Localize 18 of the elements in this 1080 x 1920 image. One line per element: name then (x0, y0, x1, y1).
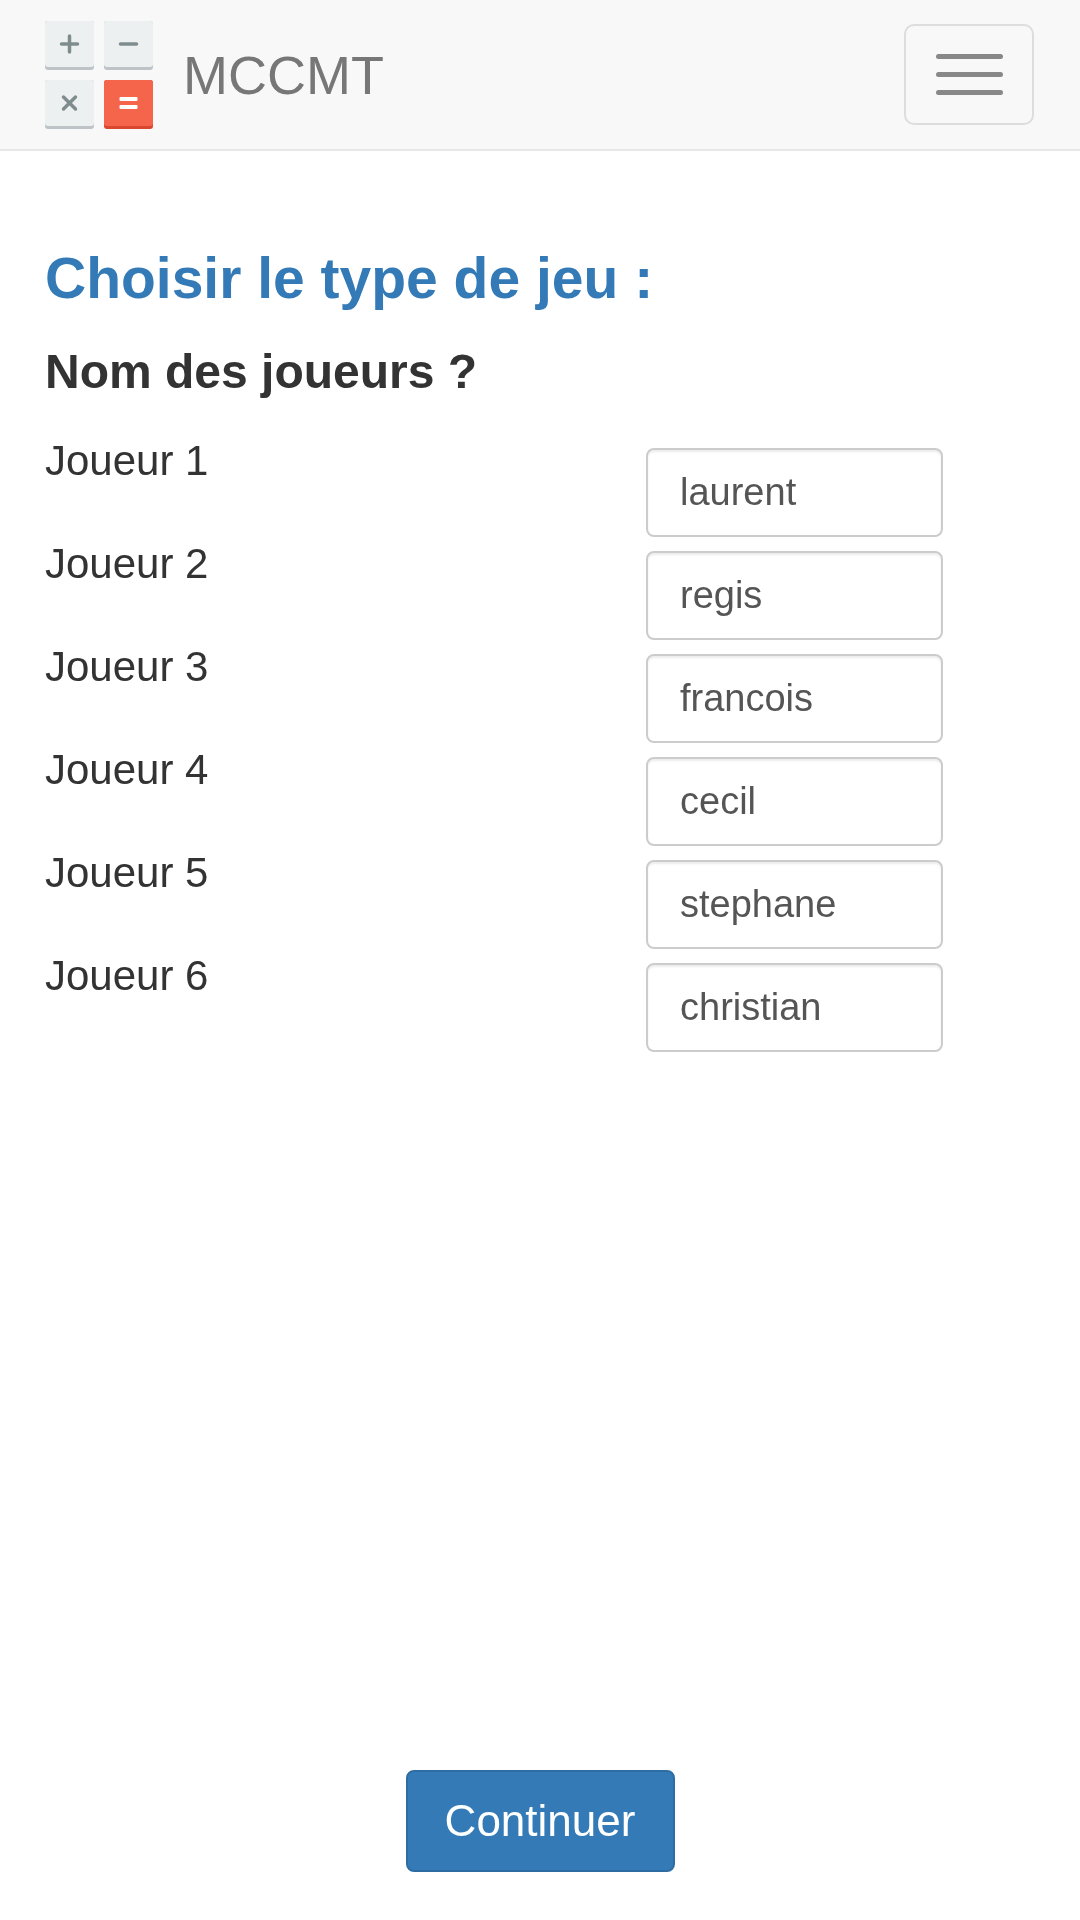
keypad-logo-icon (45, 20, 153, 129)
player-name-input[interactable]: regis (646, 551, 943, 640)
section-heading: Nom des joueurs ? (45, 348, 479, 396)
menu-button[interactable] (904, 24, 1034, 125)
player-name-input[interactable]: cecil (646, 757, 943, 846)
continue-button[interactable]: Continuer (405, 1770, 675, 1872)
player-name-input[interactable]: stephane (646, 860, 943, 949)
player-label: Joueur 6 (45, 955, 210, 997)
player-label: Joueur 3 (45, 646, 210, 688)
player-label: Joueur 2 (45, 543, 210, 585)
menu-icon (935, 54, 1003, 95)
player-name-input[interactable]: francois (646, 654, 943, 743)
player-label: Joueur 1 (45, 440, 210, 482)
player-name-input[interactable]: christian (646, 963, 943, 1052)
player-name-input[interactable]: laurent (646, 448, 943, 537)
player-label: Joueur 5 (45, 852, 210, 894)
player-label: Joueur 4 (45, 749, 210, 791)
brand-title[interactable]: MCCMT (183, 47, 384, 102)
